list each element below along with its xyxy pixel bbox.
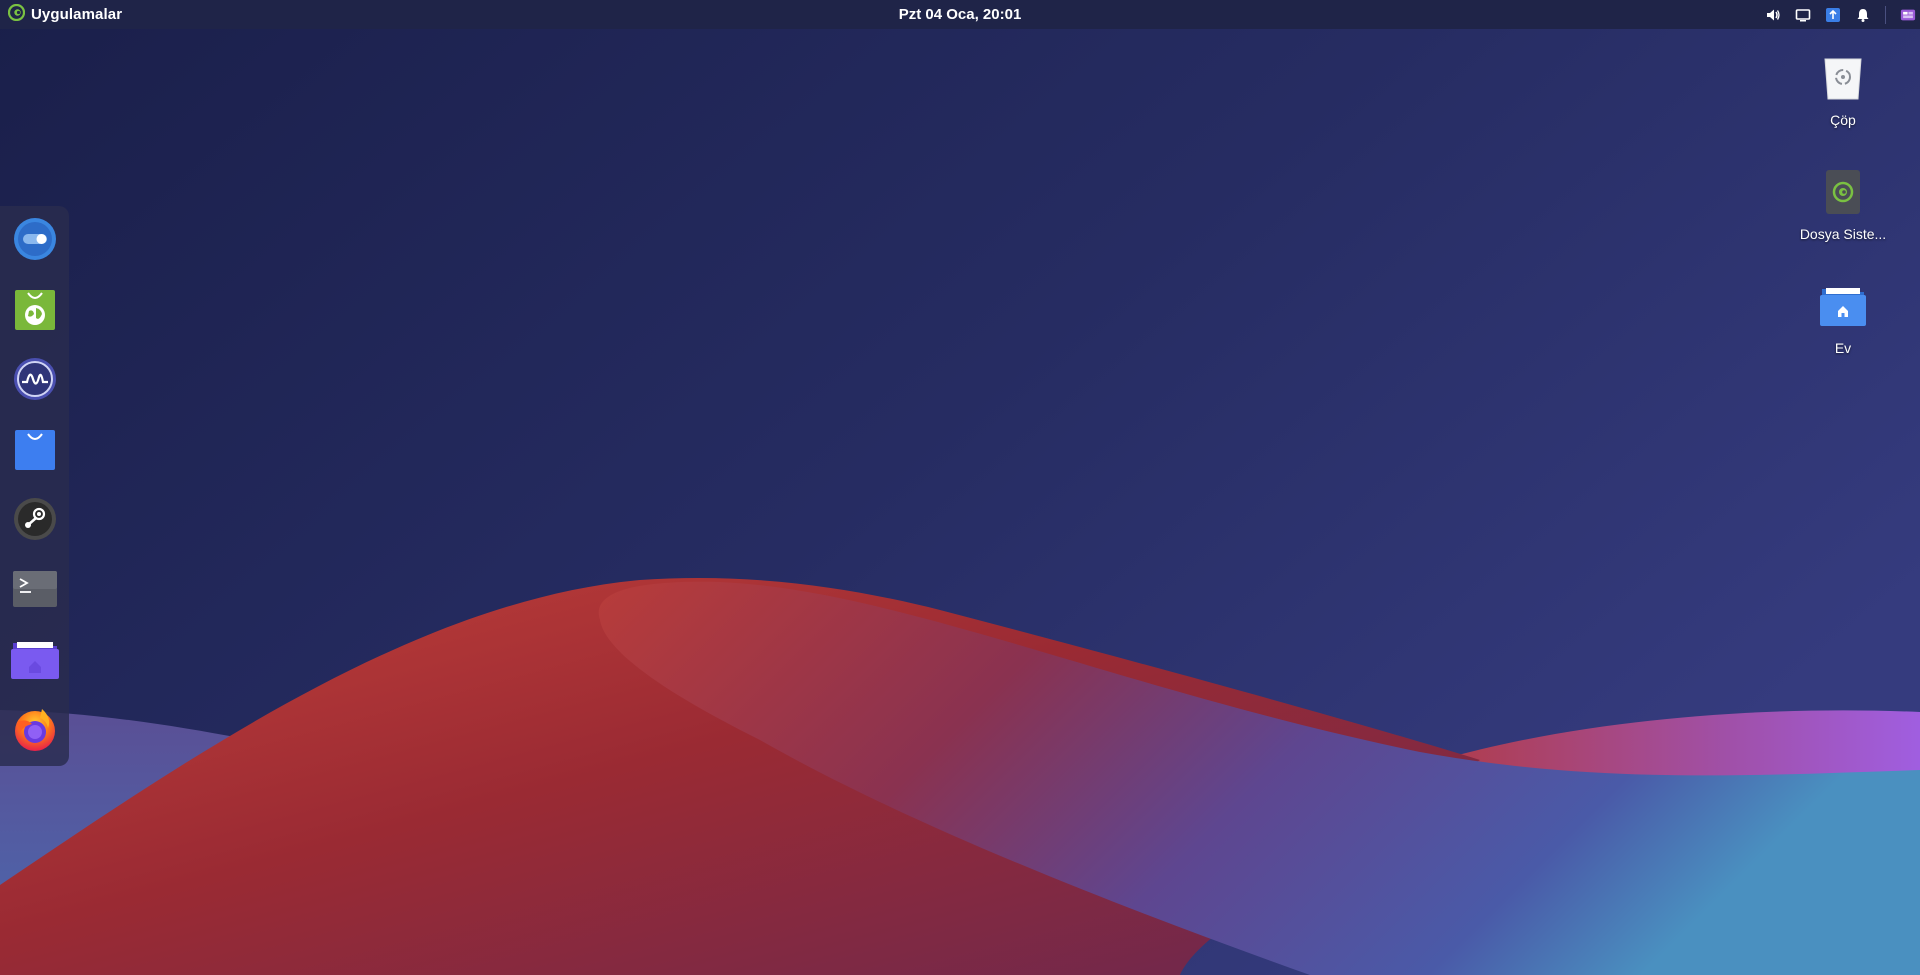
dock-item-system-monitor[interactable]	[10, 357, 59, 406]
globe-bag-icon	[14, 287, 55, 336]
screen-icon[interactable]	[1795, 7, 1811, 23]
volume-icon[interactable]	[1765, 7, 1781, 23]
pulse-wave-icon	[13, 357, 57, 406]
steam-icon	[13, 497, 57, 546]
desktop-icon-label: Ev	[1834, 340, 1852, 356]
desktop[interactable]: Uygulamalar Pzt 04 Oca, 20:01 Çöp Dosya …	[0, 0, 1920, 975]
desktop-icon-trash[interactable]: Çöp	[1788, 52, 1898, 128]
applications-menu-label: Uygulamalar	[31, 6, 123, 23]
trash-icon	[1817, 52, 1869, 104]
notification-bell-icon[interactable]	[1855, 7, 1871, 23]
firefox-icon	[12, 706, 58, 757]
applications-menu-button[interactable]: Uygulamalar	[7, 0, 123, 29]
wallpaper	[0, 0, 1920, 975]
desktop-icon-home[interactable]: Ev	[1788, 280, 1898, 356]
tray-separator	[1885, 5, 1886, 24]
dock-item-terminal[interactable]	[10, 567, 59, 616]
dock	[0, 206, 69, 766]
home-folder-icon	[1817, 280, 1869, 332]
desktop-icon-label: Çöp	[1830, 112, 1856, 128]
top-panel: Uygulamalar Pzt 04 Oca, 20:01	[0, 0, 1920, 29]
distro-logo-icon	[7, 3, 26, 26]
workspace-switcher-icon[interactable]	[1900, 7, 1916, 23]
dock-item-firefox[interactable]	[10, 707, 59, 756]
home-folder-icon	[10, 639, 59, 684]
desktop-icon-file-system[interactable]: Dosya Siste...	[1788, 166, 1898, 242]
dock-item-file-manager[interactable]	[10, 637, 59, 686]
date-time-clock[interactable]: Pzt 04 Oca, 20:01	[899, 0, 1022, 29]
dock-item-web-apps[interactable]	[10, 287, 59, 336]
dock-item-settings[interactable]	[10, 217, 59, 266]
desktop-icon-label: Dosya Siste...	[1799, 226, 1887, 242]
terminal-icon	[12, 571, 57, 612]
toggle-icon	[13, 217, 57, 266]
system-tray	[1765, 0, 1916, 29]
network-icon[interactable]	[1825, 7, 1841, 23]
shopping-bag-icon	[14, 427, 55, 476]
dock-item-software-store[interactable]	[10, 427, 59, 476]
drive-icon	[1817, 166, 1869, 218]
dock-item-steam[interactable]	[10, 497, 59, 546]
